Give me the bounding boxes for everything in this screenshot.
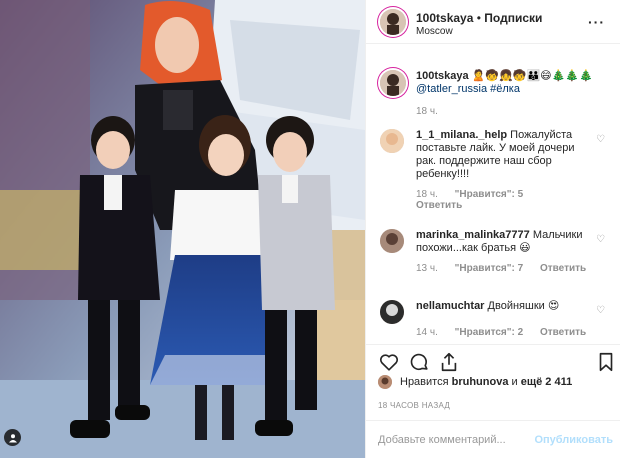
comments-list: 100tskaya 🙎🧒👧🧒👪😄🎄🎄🎄 @tatler_russia #ёлка…	[366, 54, 620, 344]
comment-avatar[interactable]	[380, 300, 404, 324]
comment-item: marinka_malinka7777 Мальчики похожи...ка…	[416, 229, 601, 274]
comment-item: nellamuchtar Двойняшки 😍 14 ч. "Нравится…	[416, 300, 601, 338]
reply-button[interactable]: Ответить	[540, 327, 586, 338]
comment-time[interactable]: 18 ч.	[416, 189, 438, 200]
reply-button[interactable]: Ответить	[540, 263, 586, 274]
caption-time[interactable]: 18 ч.	[416, 106, 438, 117]
like-button[interactable]	[378, 351, 400, 373]
comment-avatar-image	[380, 129, 404, 153]
post-timestamp[interactable]: 18 ЧАСОВ НАЗАД	[378, 401, 450, 410]
author-avatar-image	[380, 9, 406, 35]
caption-tags[interactable]: @tatler_russia #ёлка	[416, 83, 611, 96]
comment-avatar[interactable]	[380, 229, 404, 253]
comment-like-button[interactable]: ♡	[596, 305, 605, 316]
comment-author[interactable]: marinka_malinka7777	[416, 229, 530, 241]
comment-icon	[410, 353, 428, 371]
share-button[interactable]	[438, 351, 460, 373]
add-comment-bar: Опубликовать	[366, 420, 620, 458]
post-location[interactable]: Moscow	[416, 26, 453, 37]
comment-button[interactable]	[408, 351, 430, 373]
heart-icon: ♡	[596, 234, 605, 245]
post-photo[interactable]	[0, 0, 365, 458]
follow-status-button[interactable]: Подписки	[484, 11, 542, 25]
caption-author-avatar[interactable]	[380, 70, 406, 96]
caption-avatar-image	[380, 70, 406, 96]
heart-icon: ♡	[596, 134, 605, 145]
likes-and: и	[511, 376, 518, 388]
author-avatar[interactable]	[380, 9, 406, 35]
post-side-panel: 100tskaya • Подписки Moscow ··· 100tskay…	[365, 0, 620, 458]
likes-prefix: Нравится	[400, 376, 449, 388]
comment-time[interactable]: 13 ч.	[416, 263, 438, 274]
comment-like-button[interactable]: ♡	[596, 134, 605, 145]
action-bar	[366, 344, 620, 374]
publish-button[interactable]: Опубликовать	[534, 434, 613, 446]
liker-avatar-image	[378, 375, 392, 389]
comment-author[interactable]: nellamuchtar	[416, 300, 484, 312]
photo-illustration	[0, 0, 365, 458]
comment-avatar-image	[380, 229, 404, 253]
header-author-line: 100tskaya • Подписки	[416, 11, 542, 25]
share-icon	[441, 352, 457, 372]
likes-summary: Нравится bruhunova и ещё 2 411	[378, 375, 572, 389]
comment-author[interactable]: 1_1_milana._help	[416, 129, 507, 141]
caption-author[interactable]: 100tskaya	[416, 70, 469, 82]
post-header: 100tskaya • Подписки Moscow ···	[366, 0, 620, 44]
caption-emojis: 🙎🧒👧🧒👪😄🎄🎄🎄	[471, 70, 593, 82]
likes-count[interactable]: ещё 2 411	[521, 376, 573, 388]
save-button[interactable]	[595, 351, 617, 373]
heart-icon: ♡	[596, 305, 605, 316]
heart-icon	[379, 354, 399, 371]
comment-input[interactable]	[378, 429, 528, 451]
comment-like-button[interactable]: ♡	[596, 234, 605, 245]
comment-likes[interactable]: "Нравится": 2	[455, 327, 524, 338]
more-icon: ···	[588, 14, 605, 30]
tagged-people-button[interactable]	[4, 429, 21, 446]
comment-likes[interactable]: "Нравится": 7	[455, 263, 524, 274]
more-options-button[interactable]: ···	[588, 14, 605, 30]
comment-text: Двойняшки 😍	[487, 300, 560, 312]
comment-avatar-image	[380, 300, 404, 324]
comment-time[interactable]: 14 ч.	[416, 327, 438, 338]
person-icon	[8, 433, 17, 442]
liker-username[interactable]: bruhunova	[452, 376, 509, 388]
comment-item: 1_1_milana._help Пожалуйста поставьте ла…	[416, 129, 591, 211]
bookmark-icon	[599, 352, 613, 372]
author-username[interactable]: 100tskaya	[416, 11, 473, 25]
liker-avatar[interactable]	[378, 375, 392, 389]
caption: 100tskaya 🙎🧒👧🧒👪😄🎄🎄🎄 @tatler_russia #ёлка…	[416, 70, 611, 117]
comment-likes[interactable]: "Нравится": 5	[455, 189, 524, 200]
comment-avatar[interactable]	[380, 129, 404, 153]
reply-button[interactable]: Ответить	[416, 200, 462, 211]
